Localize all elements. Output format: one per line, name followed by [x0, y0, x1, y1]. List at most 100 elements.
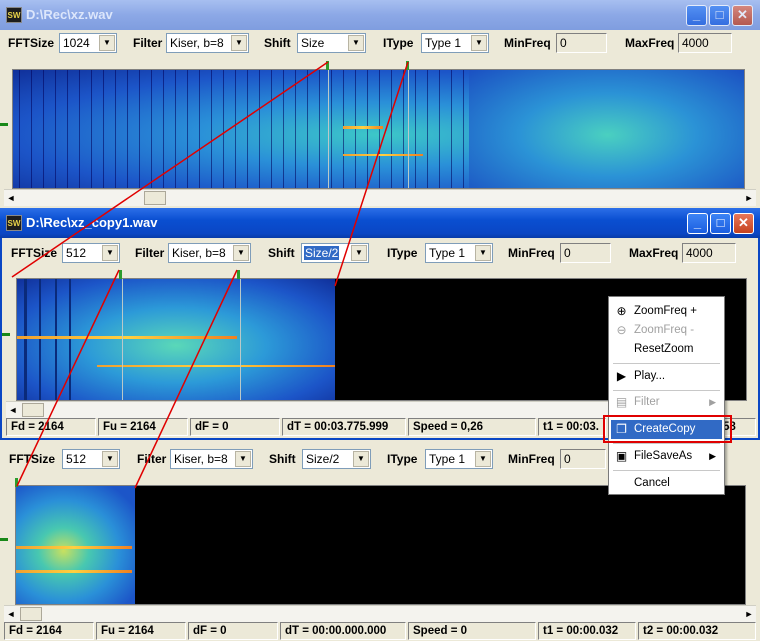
chevron-down-icon[interactable]: ▼ — [99, 35, 115, 51]
window-title: D:\Rec\xz.wav — [26, 7, 113, 22]
shift-combo[interactable]: Size ▼ — [297, 33, 366, 53]
filter-label: Filter — [133, 36, 163, 50]
menu-item-cancel[interactable]: Cancel — [611, 474, 722, 493]
filter-label: Filter — [135, 246, 165, 260]
menu-separator — [613, 443, 720, 444]
close-button[interactable]: ✕ — [732, 5, 753, 26]
itype-label: IType — [387, 452, 418, 466]
fftsize-label: FFTSize — [8, 36, 55, 50]
menu-item-resetzoom[interactable]: ResetZoom — [611, 340, 722, 359]
maximize-button[interactable]: □ — [710, 213, 731, 234]
scroll-left-icon[interactable]: ◄ — [6, 403, 20, 417]
menu-separator — [613, 390, 720, 391]
horizontal-scrollbar[interactable]: ◄ — [6, 401, 616, 418]
toolbar: FFTSize 1024 ▼ Filter Kiser, b=8 ▼ Shift… — [0, 31, 760, 57]
scroll-right-icon[interactable]: ► — [742, 607, 756, 621]
minfreq-field[interactable]: 0 — [560, 243, 611, 263]
frequency-marker — [2, 333, 10, 336]
filter-label: Filter — [137, 452, 167, 466]
selection-start-handle[interactable] — [15, 478, 18, 487]
minimize-button[interactable]: _ — [687, 213, 708, 234]
itype-label: IType — [387, 246, 418, 260]
itype-combo[interactable]: Type 1 ▼ — [421, 33, 489, 53]
selection-start-handle[interactable] — [326, 61, 329, 70]
selection-marker — [408, 70, 409, 188]
shift-combo[interactable]: Size/2 ▼ — [302, 449, 371, 469]
fftsize-label: FFTSize — [9, 452, 56, 466]
horizontal-scrollbar[interactable]: ◄ ► — [4, 605, 756, 622]
chevron-down-icon[interactable]: ▼ — [235, 451, 251, 467]
dt-readout: dT = 00:03.775.999 — [282, 418, 406, 436]
shift-combo[interactable]: Size/2 ▼ — [301, 243, 369, 263]
context-menu: ⊕ ZoomFreq + ⊖ ZoomFreq - ResetZoom ▶ Pl… — [608, 296, 725, 495]
zoom-in-icon: ⊕ — [616, 304, 627, 318]
chevron-down-icon[interactable]: ▼ — [475, 245, 491, 261]
chevron-down-icon[interactable]: ▼ — [351, 245, 367, 261]
scroll-left-icon[interactable]: ◄ — [4, 191, 18, 205]
chevron-down-icon[interactable]: ▼ — [231, 35, 247, 51]
maximize-button[interactable]: □ — [709, 5, 730, 26]
close-button[interactable]: ✕ — [733, 213, 754, 234]
menu-item-filter: ▤ Filter ▶ — [611, 393, 722, 412]
selection-end-handle[interactable] — [406, 61, 409, 70]
scroll-left-icon[interactable]: ◄ — [4, 607, 18, 621]
chevron-down-icon[interactable]: ▼ — [233, 245, 249, 261]
status-bar: Fd = 2164 Fu = 2164 dF = 0 dT = 00:00.00… — [0, 621, 760, 641]
selection-marker — [240, 279, 241, 400]
menu-item-zoomfreq-minus: ⊖ ZoomFreq - — [611, 321, 722, 340]
filter-combo[interactable]: Kiser, b=8 ▼ — [168, 243, 251, 263]
fu-readout: Fu = 2164 — [96, 622, 186, 640]
fftsize-combo[interactable]: 512 ▼ — [62, 243, 120, 263]
t2-readout: t2 = 00:00.032 — [638, 622, 756, 640]
save-icon: ▣ — [615, 449, 628, 463]
filter-icon: ▤ — [615, 395, 628, 409]
t1-readout: t1 = 00:00.032 — [538, 622, 636, 640]
selection-marker — [122, 279, 123, 400]
spectrogram-view[interactable] — [12, 69, 745, 189]
spectrogram-view[interactable] — [15, 485, 746, 605]
filter-combo[interactable]: Kiser, b=8 ▼ — [166, 33, 249, 53]
filter-combo[interactable]: Kiser, b=8 ▼ — [170, 449, 253, 469]
selection-start-handle[interactable] — [119, 270, 122, 279]
maxfreq-label: MaxFreq — [625, 36, 675, 50]
frequency-marker — [0, 538, 8, 541]
app-icon: SW — [6, 215, 22, 231]
minfreq-field[interactable]: 0 — [556, 33, 607, 53]
chevron-down-icon[interactable]: ▼ — [348, 35, 364, 51]
minfreq-label: MinFreq — [504, 36, 551, 50]
itype-combo[interactable]: Type 1 ▼ — [425, 243, 493, 263]
horizontal-scrollbar[interactable]: ◄ ► — [4, 189, 756, 206]
speed-readout: Speed = 0 — [408, 622, 536, 640]
selection-end-handle[interactable] — [237, 270, 240, 279]
scroll-thumb[interactable] — [20, 607, 42, 621]
chevron-down-icon[interactable]: ▼ — [353, 451, 369, 467]
itype-combo[interactable]: Type 1 ▼ — [425, 449, 493, 469]
maxfreq-label: MaxFreq — [629, 246, 679, 260]
scroll-thumb[interactable] — [144, 191, 166, 205]
title-bar[interactable]: SW D:\Rec\xz_copy1.wav _ □ ✕ — [0, 208, 760, 238]
menu-item-zoomfreq-plus[interactable]: ⊕ ZoomFreq + — [611, 302, 722, 321]
fftsize-combo[interactable]: 512 ▼ — [62, 449, 120, 469]
submenu-arrow-icon: ▶ — [709, 397, 716, 407]
menu-item-play[interactable]: ▶ Play... — [611, 367, 722, 386]
minimize-button[interactable]: _ — [686, 5, 707, 26]
scroll-right-icon[interactable]: ► — [742, 191, 756, 205]
fu-readout: Fu = 2164 — [98, 418, 188, 436]
maxfreq-field[interactable]: 4000 — [682, 243, 736, 263]
fftsize-label: FFTSize — [11, 246, 58, 260]
chevron-down-icon[interactable]: ▼ — [102, 245, 118, 261]
chevron-down-icon[interactable]: ▼ — [475, 451, 491, 467]
maxfreq-field[interactable]: 4000 — [678, 33, 732, 53]
menu-item-filesaveas[interactable]: ▣ FileSaveAs ▶ — [611, 447, 722, 466]
dt-readout: dT = 00:00.000.000 — [280, 622, 406, 640]
window-title: D:\Rec\xz_copy1.wav — [26, 215, 158, 230]
title-bar[interactable]: SW D:\Rec\xz.wav _ □ ✕ — [0, 0, 760, 30]
scroll-thumb[interactable] — [22, 403, 44, 417]
chevron-down-icon[interactable]: ▼ — [471, 35, 487, 51]
toolbar: FFTSize 512 ▼ Filter Kiser, b=8 ▼ Shift … — [2, 239, 758, 265]
minfreq-field[interactable]: 0 — [560, 449, 606, 469]
chevron-down-icon[interactable]: ▼ — [102, 451, 118, 467]
speed-readout: Speed = 0,26 — [408, 418, 536, 436]
fftsize-combo[interactable]: 1024 ▼ — [59, 33, 117, 53]
shift-label: Shift — [264, 36, 291, 50]
